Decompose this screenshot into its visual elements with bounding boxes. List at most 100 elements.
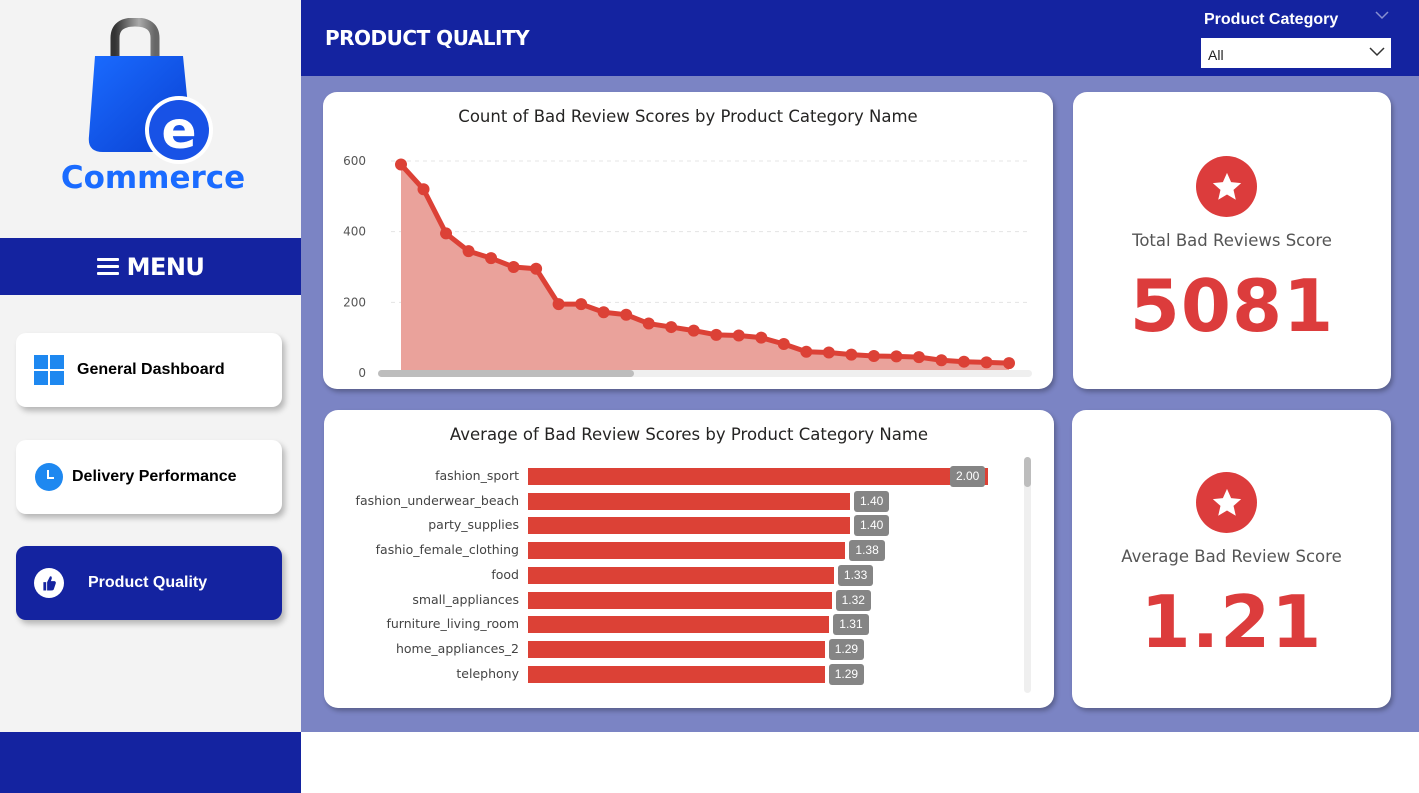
svg-text:Commerce: Commerce bbox=[61, 160, 245, 196]
y-tick-label: 600 bbox=[343, 154, 366, 168]
data-point[interactable] bbox=[957, 355, 970, 368]
bar-row[interactable]: furniture_living_room 1.31 bbox=[324, 614, 1054, 636]
scrollbar-thumb[interactable] bbox=[1024, 457, 1031, 487]
category-label: furniture_living_room bbox=[386, 616, 519, 632]
data-point[interactable] bbox=[800, 345, 813, 358]
data-point[interactable] bbox=[1003, 357, 1015, 370]
category-label: fashio_female_clothing bbox=[375, 542, 519, 558]
data-point[interactable] bbox=[710, 328, 723, 341]
y-tick-label: 400 bbox=[343, 225, 366, 239]
nav-label: Delivery Performance bbox=[72, 468, 237, 485]
category-label: fashion_underwear_beach bbox=[355, 492, 519, 508]
data-point[interactable] bbox=[620, 308, 633, 321]
value-label: 1.38 bbox=[849, 540, 885, 562]
data-point[interactable] bbox=[530, 262, 543, 275]
data-point[interactable] bbox=[867, 350, 880, 363]
average-bad-review-card: Average Bad Review Score 1.21 bbox=[1072, 410, 1391, 708]
svg-text:e: e bbox=[161, 101, 196, 161]
value-label: 1.31 bbox=[833, 614, 869, 636]
ecommerce-logo: e Commerce bbox=[61, 18, 245, 196]
value-label: 1.29 bbox=[828, 638, 865, 660]
filter-label: Product Category bbox=[1204, 11, 1339, 28]
value-label: 1.29 bbox=[828, 663, 865, 685]
nav-general-dashboard-button[interactable]: General Dashboard bbox=[16, 333, 282, 407]
page-title: PRODUCT QUALITY bbox=[325, 26, 530, 50]
value-label: 1.40 bbox=[854, 515, 890, 537]
bar[interactable] bbox=[528, 566, 834, 584]
kpi-label: Total Bad Reviews Score bbox=[1132, 231, 1332, 250]
data-point[interactable] bbox=[485, 252, 498, 265]
data-point[interactable] bbox=[440, 227, 453, 240]
menu-header[interactable]: MENU bbox=[0, 238, 301, 295]
bar-row[interactable]: party_supplies 1.40 bbox=[324, 515, 1054, 537]
chevron-down-icon[interactable] bbox=[1375, 9, 1389, 21]
data-point[interactable] bbox=[890, 350, 903, 363]
bar-chart: fashion_sport 2.00 fashion_underwear_beach… bbox=[324, 410, 1054, 708]
bar-row[interactable]: telephony 1.29 bbox=[324, 663, 1054, 685]
menu-label: MENU bbox=[126, 252, 205, 281]
bar-row[interactable]: food 1.33 bbox=[324, 564, 1054, 586]
bar[interactable] bbox=[528, 468, 988, 485]
star-icon bbox=[1196, 156, 1257, 217]
data-point[interactable] bbox=[642, 317, 655, 330]
product-category-select[interactable]: All bbox=[1201, 38, 1391, 68]
data-point[interactable] bbox=[777, 338, 790, 351]
data-point[interactable] bbox=[935, 354, 948, 367]
bar-row[interactable]: small_appliances 1.32 bbox=[324, 589, 1054, 611]
data-point[interactable] bbox=[575, 298, 588, 311]
star-icon bbox=[1196, 472, 1257, 533]
data-point[interactable] bbox=[912, 351, 925, 364]
nav-label: General Dashboard bbox=[77, 361, 225, 378]
value-label: 1.33 bbox=[837, 564, 874, 586]
data-point[interactable] bbox=[665, 321, 678, 334]
sidebar: e Commerce MENU General Dashboard Delive… bbox=[0, 0, 301, 793]
data-point[interactable] bbox=[980, 356, 993, 369]
value-label: 2.00 bbox=[950, 466, 986, 487]
page-header: PRODUCT QUALITY Product Category All bbox=[301, 0, 1419, 76]
bar[interactable] bbox=[528, 616, 830, 634]
bar-row[interactable]: fashion_underwear_beach 1.40 bbox=[324, 490, 1054, 512]
bar[interactable] bbox=[528, 492, 850, 510]
data-point[interactable] bbox=[845, 348, 858, 361]
bar-row[interactable]: fashio_female_clothing 1.38 bbox=[324, 540, 1054, 562]
bar[interactable] bbox=[528, 517, 850, 535]
data-point[interactable] bbox=[755, 331, 768, 344]
nav-delivery-performance-button[interactable]: Delivery Performance bbox=[16, 440, 282, 514]
bar[interactable] bbox=[528, 542, 846, 560]
sidebar-footer bbox=[0, 732, 301, 793]
bar-row[interactable]: fashion_sport 2.00 bbox=[324, 466, 1054, 487]
value-label: 1.32 bbox=[835, 589, 871, 611]
average-bad-reviews-card: Average of Bad Review Scores by Product … bbox=[324, 410, 1054, 708]
data-point[interactable] bbox=[597, 306, 610, 319]
nav-product-quality-button[interactable]: Product Quality bbox=[16, 546, 282, 620]
data-point[interactable] bbox=[822, 346, 835, 359]
area-chart: 0 200 400 600 bbox=[343, 154, 1031, 380]
select-value: All bbox=[1208, 47, 1224, 63]
bar[interactable] bbox=[528, 591, 832, 609]
bar[interactable] bbox=[528, 665, 825, 683]
windows-grid-icon bbox=[34, 355, 64, 385]
category-label: small_appliances bbox=[412, 591, 519, 607]
bar-row[interactable]: home_appliances_2 1.29 bbox=[324, 638, 1054, 660]
kpi-label: Average Bad Review Score bbox=[1121, 547, 1342, 566]
horizontal-scrollbar[interactable] bbox=[378, 370, 1032, 377]
data-point[interactable] bbox=[417, 183, 430, 196]
data-point[interactable] bbox=[507, 261, 520, 273]
scrollbar-thumb[interactable] bbox=[378, 370, 634, 377]
data-point[interactable] bbox=[687, 324, 700, 337]
bar[interactable] bbox=[528, 640, 825, 658]
chevron-down-icon bbox=[1369, 47, 1385, 57]
category-label: fashion_sport bbox=[435, 468, 519, 483]
category-label: party_supplies bbox=[428, 517, 519, 533]
data-point[interactable] bbox=[395, 158, 407, 171]
total-bad-reviews-card: Total Bad Reviews Score 5081 bbox=[1073, 92, 1391, 389]
main-content: Count of Bad Review Scores by Product Ca… bbox=[301, 76, 1419, 732]
data-point[interactable] bbox=[552, 298, 565, 311]
kpi-value: 5081 bbox=[1129, 264, 1335, 348]
data-point[interactable] bbox=[462, 245, 475, 258]
data-point[interactable] bbox=[732, 329, 745, 342]
category-label: home_appliances_2 bbox=[395, 640, 519, 656]
kpi-value: 1.21 bbox=[1140, 580, 1323, 664]
vertical-scrollbar[interactable] bbox=[1024, 457, 1031, 693]
category-label: food bbox=[491, 566, 519, 582]
